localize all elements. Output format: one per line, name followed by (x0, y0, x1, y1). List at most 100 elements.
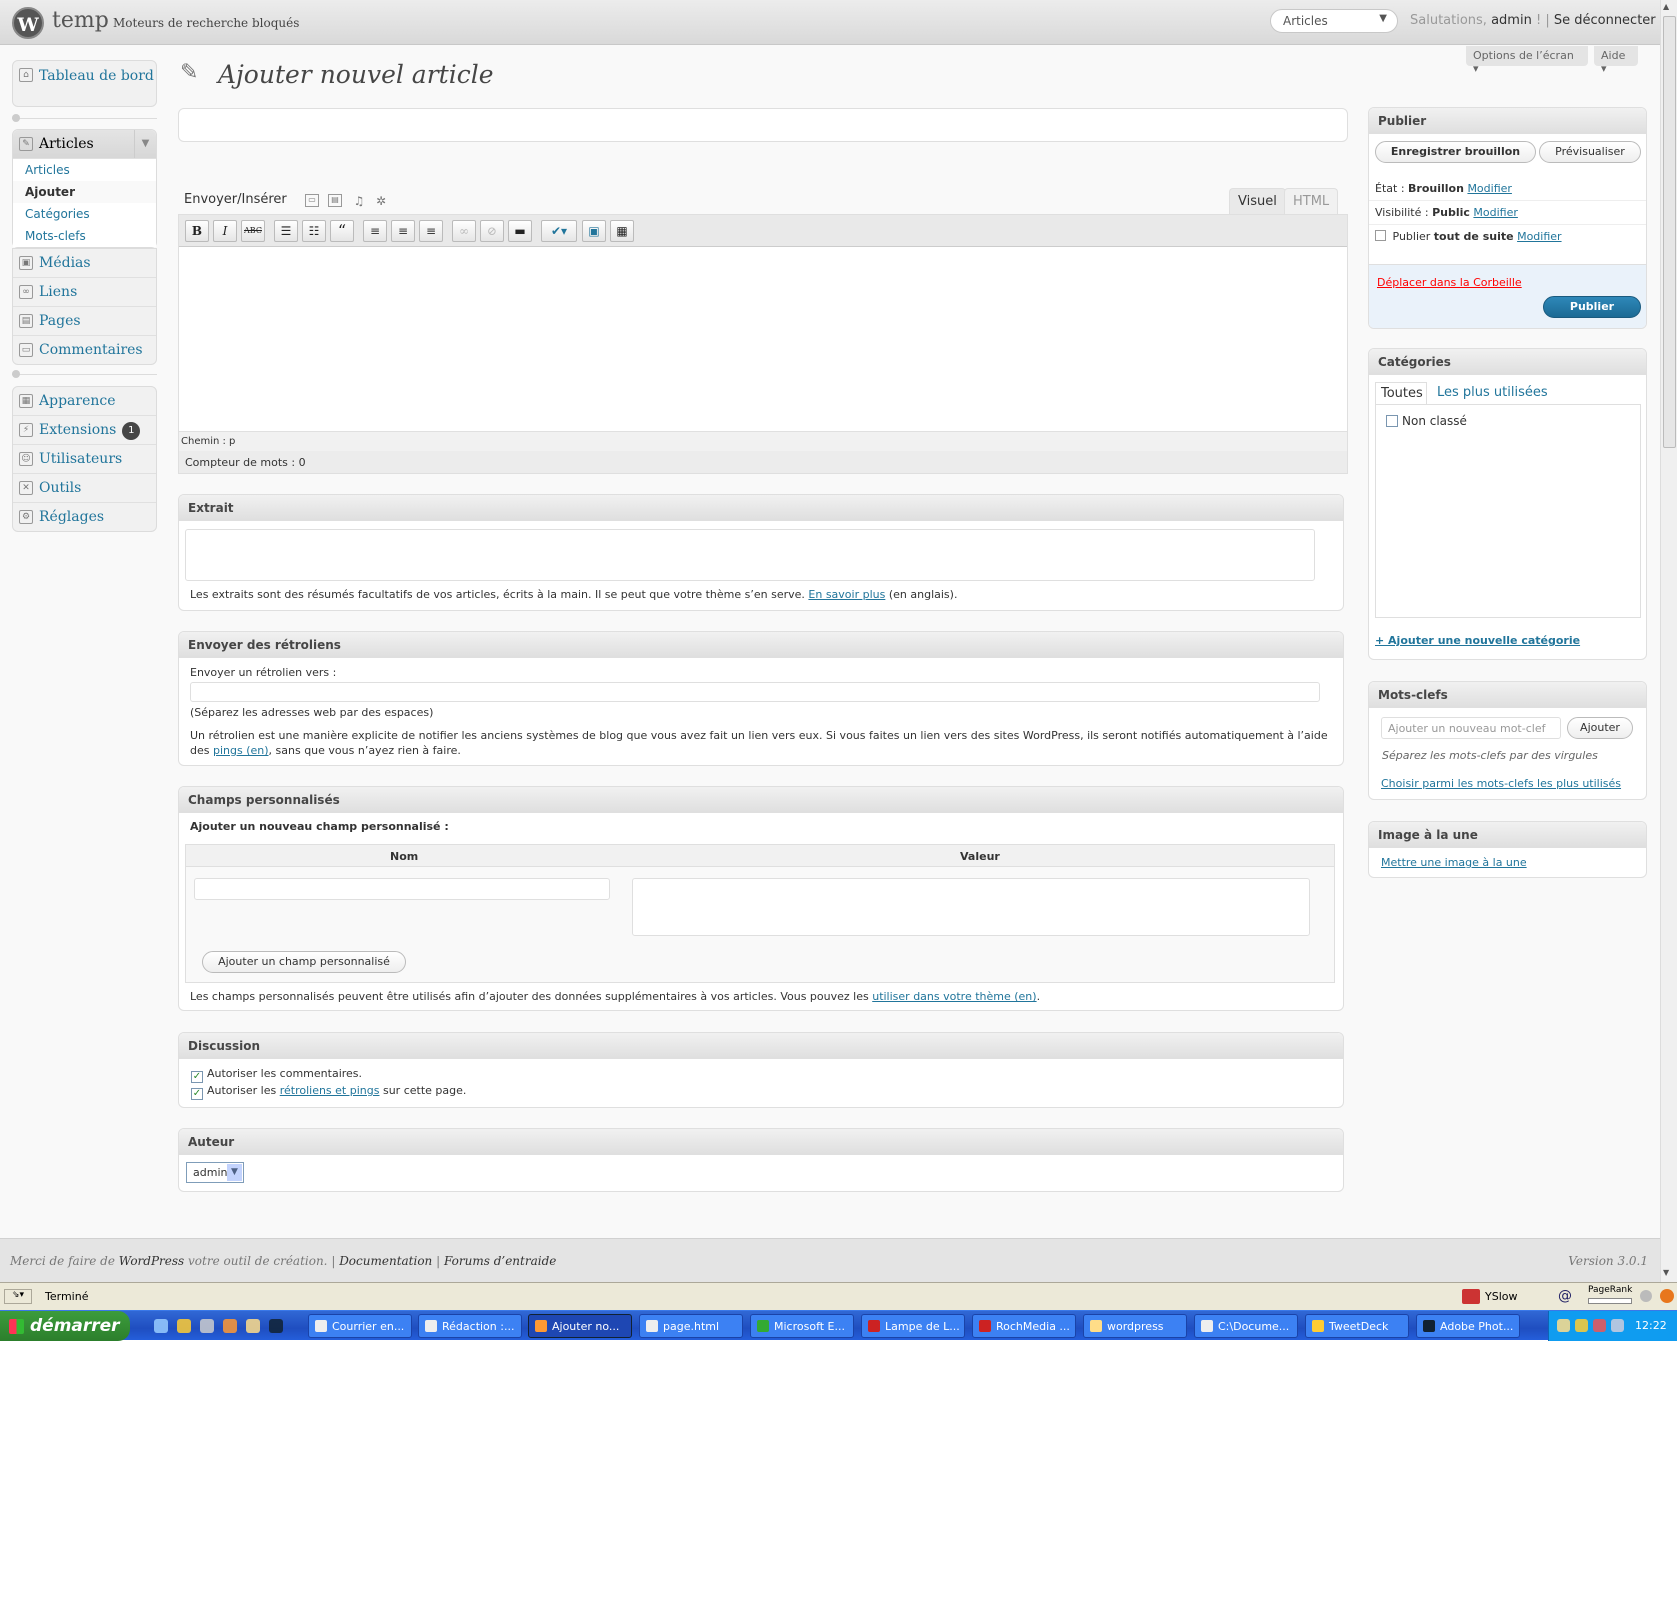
addon-icon[interactable] (1462, 1289, 1480, 1304)
tab-popular-categories[interactable]: Les plus utilisées (1437, 385, 1548, 400)
submenu-item-articles[interactable]: Articles (13, 159, 156, 181)
categories-box-title[interactable]: Catégories (1369, 349, 1646, 375)
submenu-item-add[interactable]: Ajouter (13, 181, 156, 203)
edit-status-link[interactable]: Modifier (1467, 182, 1511, 195)
allow-pings-checkbox[interactable]: ✓ (191, 1088, 203, 1100)
sidebar-item-media[interactable]: ▣ Médias (13, 249, 156, 278)
site-name[interactable]: temp (52, 8, 109, 33)
taskbar-item[interactable]: Adobe Phot... (1416, 1314, 1520, 1338)
sidebar-item-pages[interactable]: ▤ Pages (13, 307, 156, 336)
author-select[interactable]: admin ▼ (186, 1162, 244, 1183)
trackbacks-input[interactable] (190, 682, 1320, 702)
category-checkbox[interactable] (1386, 415, 1398, 427)
username-link[interactable]: admin (1491, 13, 1532, 28)
publish-button[interactable]: Publier (1543, 296, 1641, 318)
allow-pings-row[interactable]: ✓ Autoriser les rétroliens et pings sur c… (191, 1083, 466, 1100)
forums-link[interactable]: Forums d’entraide (444, 1254, 556, 1268)
tray-icon[interactable] (1593, 1319, 1606, 1332)
editor-content-area[interactable] (179, 247, 1347, 431)
visit-site-link[interactable]: Moteurs de recherche bloqués (113, 16, 299, 30)
italic-button[interactable]: I (213, 220, 237, 242)
more-tag-icon[interactable]: ▬ (508, 220, 532, 242)
taskbar-item[interactable]: C:\Docume... (1194, 1314, 1298, 1338)
add-media-icon[interactable]: ✲ (374, 194, 388, 208)
start-button[interactable]: démarrer (0, 1311, 130, 1341)
custom-fields-box-title[interactable]: Champs personnalisés (179, 787, 1343, 813)
documentation-link[interactable]: Documentation (339, 1254, 432, 1268)
strikethrough-button[interactable]: ABC (241, 220, 265, 242)
trackbacks-pings-link[interactable]: rétroliens et pings (280, 1084, 380, 1097)
vertical-scrollbar[interactable]: ▲ ▼ (1660, 0, 1677, 1282)
taskbar-item[interactable]: TweetDeck (1305, 1314, 1409, 1338)
publish-box-title[interactable]: Publier (1369, 108, 1646, 134)
firefox-quicklaunch-icon[interactable] (223, 1319, 237, 1333)
preview-button[interactable]: Prévisualiser (1539, 141, 1641, 163)
unlink-icon[interactable]: ⊘ (480, 220, 504, 242)
choose-popular-tags-link[interactable]: Choisir parmi les mots-clefs les plus ut… (1381, 776, 1621, 791)
logout-link[interactable]: Se déconnecter (1554, 13, 1656, 28)
allow-comments-row[interactable]: ✓ Autoriser les commentaires. (191, 1066, 362, 1083)
photoshop-quicklaunch-icon[interactable] (269, 1319, 283, 1333)
chevron-down-icon[interactable]: ▼ (134, 130, 156, 158)
align-left-icon[interactable]: ≡ (363, 220, 387, 242)
sidebar-item-articles[interactable]: ✎ Articles ▼ (13, 130, 156, 159)
category-item[interactable]: Non classé (1386, 414, 1467, 428)
trackbacks-box-title[interactable]: Envoyer des rétroliens (179, 632, 1343, 658)
folder-icon[interactable] (246, 1319, 260, 1333)
new-tag-input[interactable]: Ajouter un nouveau mot-clef (1381, 717, 1561, 739)
post-title-input[interactable] (178, 108, 1348, 142)
submenu-item-tags[interactable]: Mots-clefs (13, 225, 156, 247)
wordpress-link[interactable]: WordPress (119, 1254, 184, 1268)
custom-field-name-input[interactable] (194, 878, 610, 900)
excerpt-textarea[interactable] (185, 529, 1315, 581)
align-right-icon[interactable]: ≡ (419, 220, 443, 242)
bullet-list-icon[interactable]: ☰ (274, 220, 298, 242)
insert-link-icon[interactable]: ∞ (452, 220, 476, 242)
blockquote-icon[interactable]: “ (330, 220, 354, 242)
favorite-actions-select[interactable]: Articles ▼ (1270, 9, 1398, 33)
ie-icon[interactable] (154, 1319, 168, 1333)
discussion-box-title[interactable]: Discussion (179, 1033, 1343, 1059)
custom-field-value-textarea[interactable] (632, 878, 1310, 936)
taskbar-item[interactable]: Lampe de L... (861, 1314, 965, 1338)
sidebar-item-plugins[interactable]: ⚡ Extensions 1 (13, 416, 156, 445)
kitchen-sink-icon[interactable]: ▦ (610, 220, 634, 242)
numbered-list-icon[interactable]: ☷ (302, 220, 326, 242)
tags-box-title[interactable]: Mots-clefs (1369, 682, 1646, 708)
pings-link[interactable]: pings (en) (213, 744, 269, 757)
screen-options-button[interactable]: Options de l’écran ▾ (1466, 46, 1588, 75)
taskbar-item[interactable]: RochMedia ... (972, 1314, 1076, 1338)
add-tag-button[interactable]: Ajouter (1567, 717, 1633, 739)
taskbar-item[interactable]: Microsoft E... (750, 1314, 854, 1338)
messenger-icon[interactable] (200, 1319, 214, 1333)
at-icon[interactable]: @ (1558, 1288, 1572, 1304)
align-center-icon[interactable]: ≡ (391, 220, 415, 242)
tray-icon[interactable] (1557, 1319, 1570, 1332)
tray-icon[interactable] (1575, 1319, 1588, 1332)
taskbar-item[interactable]: page.html (639, 1314, 743, 1338)
bold-button[interactable]: B (185, 220, 209, 242)
scrollbar-thumb[interactable] (1663, 16, 1676, 448)
mail-icon[interactable] (177, 1319, 191, 1333)
taskbar-item-active[interactable]: Ajouter no... (528, 1314, 632, 1338)
add-video-icon[interactable]: ▤ (328, 194, 342, 207)
tab-html[interactable]: HTML (1284, 188, 1339, 214)
allow-comments-checkbox[interactable]: ✓ (191, 1071, 203, 1083)
sidebar-item-links[interactable]: ∞ Liens (13, 278, 156, 307)
add-custom-field-button[interactable]: Ajouter un champ personnalisé (202, 951, 406, 973)
sidebar-item-comments[interactable]: ▭ Commentaires (13, 336, 156, 365)
save-draft-button[interactable]: Enregistrer brouillon (1375, 141, 1536, 163)
submenu-item-categories[interactable]: Catégories (13, 203, 156, 225)
wordpress-logo-icon[interactable]: W (12, 7, 44, 39)
scroll-up-icon[interactable]: ▲ (1663, 2, 1669, 11)
author-box-title[interactable]: Auteur (179, 1129, 1343, 1155)
use-in-theme-link[interactable]: utiliser dans votre thème (en) (872, 990, 1036, 1003)
add-audio-icon[interactable]: ♫ (352, 194, 366, 208)
set-featured-image-link[interactable]: Mettre une image à la une (1381, 855, 1527, 870)
sidebar-dashboard[interactable]: ⌂ Tableau de bord (12, 60, 157, 107)
scroll-down-icon[interactable]: ▼ (1663, 1268, 1669, 1277)
sidebar-item-settings[interactable]: ⚙ Réglages (13, 503, 156, 532)
edit-schedule-link[interactable]: Modifier (1517, 230, 1561, 243)
taskbar-item[interactable]: Courrier en... (308, 1314, 412, 1338)
taskbar-item[interactable]: Rédaction :... (418, 1314, 522, 1338)
